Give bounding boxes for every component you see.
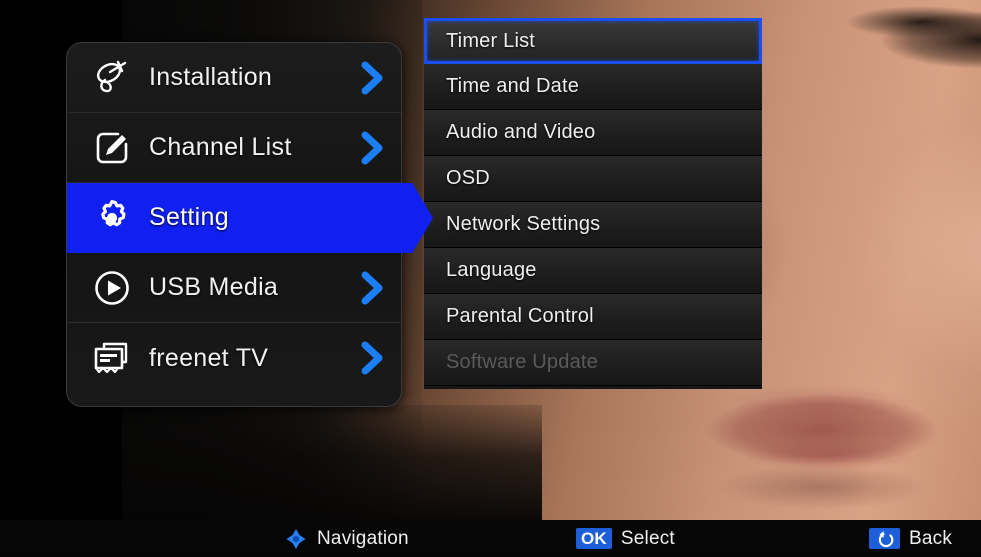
dpad-icon: [284, 528, 308, 550]
card-stack-icon: [89, 335, 135, 381]
menu-item-label: Channel List: [149, 133, 292, 161]
chevron-right-icon: [359, 61, 385, 95]
submenu-item-label: Time and Date: [446, 75, 580, 97]
submenu-item-label: Timer List: [446, 29, 536, 52]
play-circle-icon: [89, 265, 135, 311]
menu-item-usb-media[interactable]: USB Media: [67, 253, 401, 323]
menu-item-freenet-tv[interactable]: freenet TV: [67, 323, 401, 393]
selection-pointer: [401, 183, 433, 253]
status-bar: Navigation OK Select Back: [0, 520, 981, 557]
gear-icon: [89, 195, 135, 241]
submenu-item-label: Parental Control: [446, 305, 594, 327]
submenu-item-label: Language: [446, 259, 537, 281]
submenu-item-timer-list[interactable]: Timer List: [424, 18, 762, 64]
submenu-item-parental-control[interactable]: Parental Control: [424, 294, 762, 340]
status-select-label: Select: [620, 527, 675, 549]
submenu-item-label: OSD: [446, 167, 490, 189]
status-navigation-hint: Navigation: [284, 520, 409, 557]
status-navigation-label: Navigation: [317, 527, 409, 549]
submenu-item-network-settings[interactable]: Network Settings: [424, 202, 762, 248]
satellite-dish-icon: [89, 55, 135, 101]
menu-item-label: USB Media: [149, 273, 279, 301]
menu-item-installation[interactable]: Installation: [67, 43, 401, 113]
submenu-item-audio-and-video[interactable]: Audio and Video: [424, 110, 762, 156]
tv-menu-screen: Installation Channel List Setting USB Me…: [0, 0, 981, 557]
submenu-item-osd[interactable]: OSD: [424, 156, 762, 202]
submenu-item-software-update: Software Update: [424, 340, 762, 386]
status-select-hint: OK Select: [576, 520, 675, 557]
pencil-edit-icon: [89, 125, 135, 171]
status-back-label: Back: [909, 527, 953, 549]
submenu-item-language[interactable]: Language: [424, 248, 762, 294]
chevron-right-icon: [359, 341, 385, 375]
main-menu-panel: Installation Channel List Setting USB Me…: [66, 42, 402, 407]
background-shadow-bottom: [122, 405, 542, 520]
ok-key-badge: OK: [576, 528, 612, 549]
chevron-right-icon: [359, 131, 385, 165]
chevron-right-icon: [359, 271, 385, 305]
submenu-item-label: Audio and Video: [446, 121, 596, 143]
submenu-item-label: Software Update: [446, 351, 598, 373]
menu-item-setting[interactable]: Setting: [67, 183, 401, 253]
menu-item-label: Setting: [149, 203, 229, 231]
menu-item-channel-list[interactable]: Channel List: [67, 113, 401, 183]
submenu-item-time-and-date[interactable]: Time and Date: [424, 64, 762, 110]
submenu-item-label: Network Settings: [446, 213, 601, 235]
menu-item-label: Installation: [149, 63, 273, 91]
menu-item-label: freenet TV: [149, 343, 269, 372]
return-arrow-icon: [869, 528, 900, 549]
settings-submenu-panel: Timer List Time and Date Audio and Video…: [424, 18, 762, 389]
status-back-hint: Back: [869, 520, 952, 557]
